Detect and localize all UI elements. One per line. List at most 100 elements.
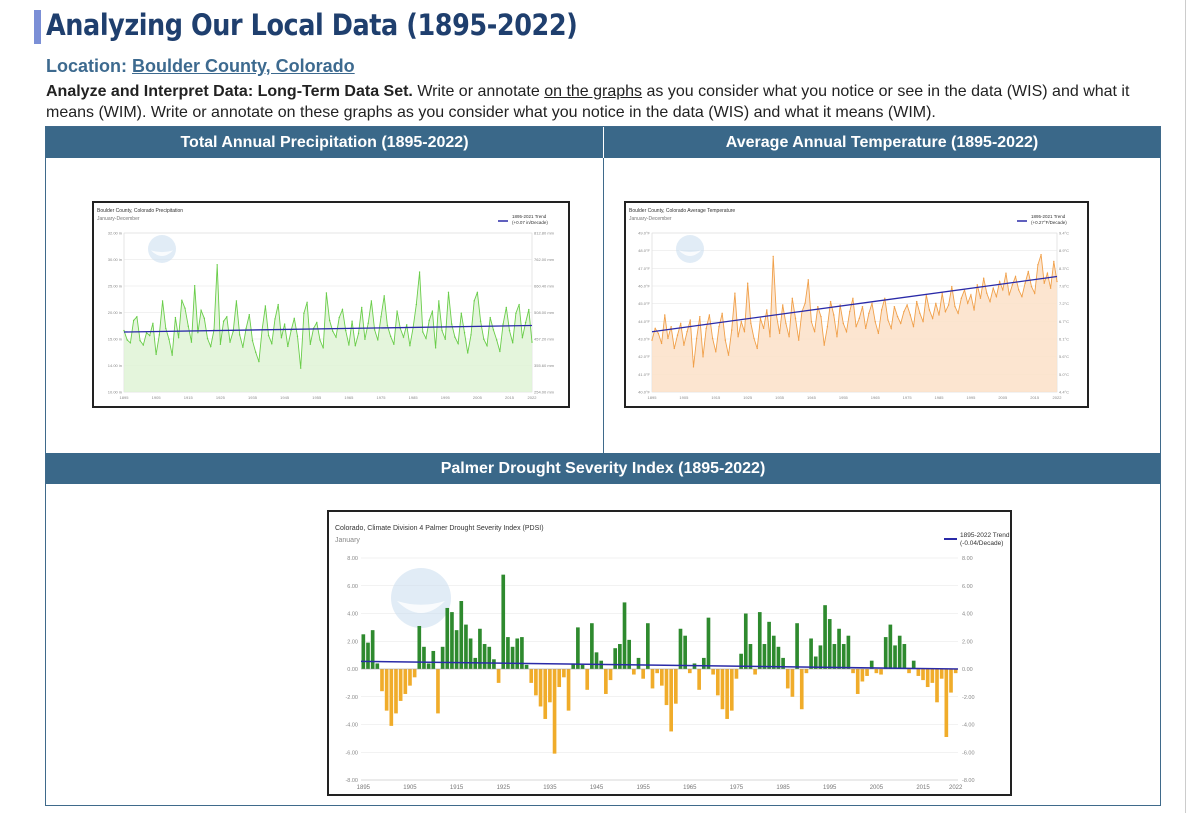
data-point bbox=[129, 342, 132, 344]
x-tick-label: 1915 bbox=[184, 395, 194, 400]
data-point bbox=[483, 338, 485, 340]
location-link[interactable]: Boulder County, Colorado bbox=[132, 56, 355, 76]
x-tick-label: 1915 bbox=[711, 395, 721, 400]
data-point bbox=[998, 280, 1001, 283]
data-point bbox=[718, 326, 720, 328]
pdsi-bar bbox=[370, 630, 375, 669]
y-tick-label: 2.00 bbox=[347, 639, 358, 645]
pdsi-bar bbox=[841, 644, 846, 669]
pdsi-bar bbox=[865, 669, 869, 676]
pdsi-bar bbox=[706, 617, 711, 669]
data-point bbox=[454, 336, 456, 338]
x-tick-label: 1915 bbox=[450, 785, 464, 791]
data-point bbox=[409, 345, 411, 347]
data-point bbox=[960, 297, 963, 299]
pdsi-bar bbox=[422, 646, 426, 669]
pdsi-bar bbox=[650, 669, 655, 689]
data-point bbox=[489, 316, 491, 319]
data-point bbox=[383, 295, 385, 297]
pdsi-bar bbox=[748, 644, 753, 669]
data-point bbox=[428, 319, 430, 322]
y-tick-label-right: 508.00 mm bbox=[534, 310, 555, 315]
data-point bbox=[271, 342, 273, 345]
y-tick-label-right: 5.6°C bbox=[1059, 354, 1069, 359]
pdsi-bar bbox=[851, 669, 855, 674]
data-point bbox=[657, 332, 660, 335]
location-line: Location: Boulder County, Colorado bbox=[46, 56, 355, 77]
legend-label: 1895-2021 Trend bbox=[1031, 214, 1066, 219]
intro-underlined: on the graphs bbox=[544, 83, 643, 100]
pdsi-bar bbox=[646, 623, 650, 669]
pdsi-bar bbox=[818, 645, 823, 669]
pdsi-bar bbox=[515, 638, 520, 669]
data-point bbox=[142, 344, 144, 346]
data-point bbox=[890, 327, 892, 330]
data-point bbox=[210, 345, 212, 348]
y-tick-label-right: 762.00 mm bbox=[534, 257, 555, 262]
x-tick-label: 2015 bbox=[916, 785, 930, 791]
y-tick-label: 47.0°F bbox=[638, 266, 650, 271]
noaa-logo-icon bbox=[391, 568, 451, 628]
pdsi-bar bbox=[827, 619, 832, 669]
x-tick-label: 2022 bbox=[949, 785, 963, 791]
pdsi-bar bbox=[613, 648, 618, 669]
data-point bbox=[126, 339, 128, 341]
y-tick-label: 32.00 in bbox=[108, 231, 122, 236]
pdsi-bar bbox=[785, 669, 790, 689]
data-point bbox=[970, 294, 972, 296]
y-tick-label-right: 8.3°C bbox=[1059, 266, 1069, 271]
y-tick-label-right: 0.00 bbox=[962, 667, 973, 673]
x-tick-label: 2015 bbox=[505, 395, 515, 400]
data-point bbox=[826, 326, 829, 328]
pdsi-bar bbox=[529, 669, 534, 683]
x-tick-label: 1945 bbox=[807, 395, 817, 400]
data-point bbox=[928, 309, 931, 311]
data-point bbox=[222, 320, 225, 322]
data-point bbox=[967, 302, 969, 304]
data-point bbox=[293, 317, 295, 319]
y-tick-label: 40.0°F bbox=[638, 390, 650, 395]
data-point bbox=[351, 320, 353, 322]
data-point bbox=[919, 312, 921, 315]
data-point bbox=[1021, 295, 1023, 298]
data-point bbox=[168, 338, 170, 340]
chart-subtitle: January bbox=[335, 537, 360, 544]
pdsi-bar bbox=[669, 669, 673, 732]
x-tick-label: 2005 bbox=[473, 395, 483, 400]
x-tick-label: 1925 bbox=[497, 785, 511, 791]
pdsi-bar bbox=[883, 637, 888, 669]
data-point bbox=[219, 343, 222, 345]
data-point bbox=[206, 337, 209, 340]
pdsi-bar bbox=[375, 663, 380, 669]
data-point bbox=[986, 292, 988, 294]
data-point bbox=[1018, 289, 1020, 291]
data-point bbox=[251, 339, 254, 342]
pdsi-bar bbox=[743, 613, 748, 669]
pdsi-bar bbox=[660, 669, 664, 686]
pdsi-bar bbox=[701, 657, 706, 669]
x-tick-label: 2015 bbox=[1030, 395, 1040, 400]
data-point bbox=[229, 341, 231, 343]
data-point bbox=[386, 324, 389, 327]
data-point bbox=[887, 319, 889, 321]
pdsi-bar bbox=[590, 623, 594, 669]
pdsi-bar bbox=[380, 669, 384, 692]
data-point bbox=[982, 277, 985, 279]
pdsi-bar bbox=[604, 669, 608, 694]
data-point bbox=[187, 325, 189, 327]
data-point bbox=[670, 326, 672, 328]
pdsi-bar bbox=[552, 669, 557, 754]
x-tick-label: 1925 bbox=[743, 395, 753, 400]
data-point bbox=[731, 329, 733, 331]
data-point bbox=[177, 337, 180, 339]
data-point bbox=[903, 310, 905, 313]
data-point bbox=[1046, 272, 1049, 274]
chart-title: Boulder County, Colorado Precipitation bbox=[97, 208, 183, 214]
data-point bbox=[1014, 275, 1017, 278]
data-point bbox=[238, 334, 241, 336]
data-point bbox=[1002, 289, 1004, 291]
data-point bbox=[531, 341, 533, 343]
intro-part1: Write or annotate bbox=[412, 83, 545, 100]
pdsi-bar bbox=[389, 669, 394, 726]
data-point bbox=[702, 356, 704, 358]
